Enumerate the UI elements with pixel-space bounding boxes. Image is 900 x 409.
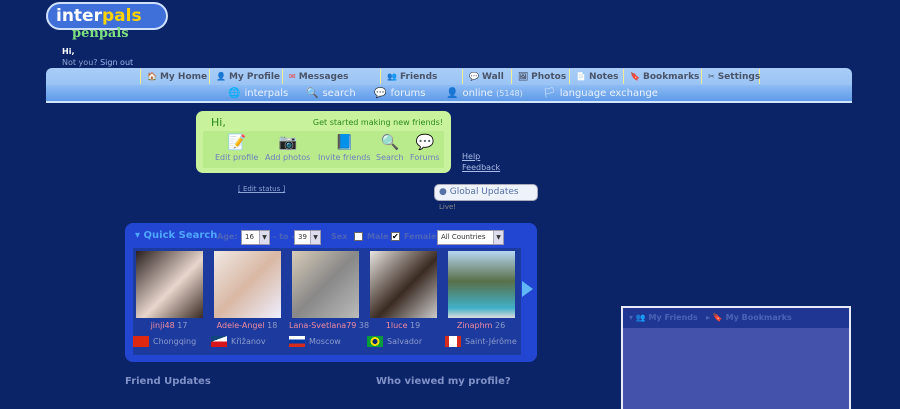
envelope-icon: ✉ [289, 72, 296, 81]
tab-bookmarks[interactable]: 🔖 Bookmarks [623, 69, 701, 84]
tab-photos[interactable]: 🖼 Photos [511, 69, 569, 84]
not-you-text: Not you? Sign out [62, 58, 134, 67]
address-book-icon: 📘 [335, 133, 354, 151]
photo-icon: 🖼 [518, 72, 529, 81]
magnifier-icon: 🔍 [380, 133, 400, 151]
profile-photo[interactable] [292, 251, 359, 318]
profile-age: 26 [494, 321, 506, 330]
globe-icon: 🌐 [228, 88, 241, 99]
flag-cz-icon [211, 336, 227, 347]
profile-photo[interactable] [370, 251, 437, 318]
invite-friends-action[interactable]: 📘 Invite friends [318, 133, 371, 162]
forum-bubble-icon: 💬 [415, 133, 435, 151]
profile-username[interactable]: Zinaphm [457, 321, 493, 330]
link-online[interactable]: 👤 online (5148) [446, 86, 523, 101]
sign-out-link[interactable]: Sign out [100, 58, 133, 67]
profile-age: 17 [177, 321, 188, 330]
link-language-exchange[interactable]: 🏳 language exchange [543, 86, 658, 101]
tab-notes[interactable]: 📄 Notes [569, 69, 623, 84]
chevron-down-icon: ▼ [493, 231, 503, 244]
tools-icon: ✂ [708, 72, 715, 81]
forum-bubble-icon: 💬 [374, 88, 387, 99]
tab-wall[interactable]: 💬 Wall [462, 69, 511, 84]
profile-username[interactable]: Lana-Svetlana79 [289, 321, 356, 330]
country-select[interactable]: All Countries ▼ [437, 230, 504, 245]
tab-messages[interactable]: ✉ Messages [282, 69, 380, 84]
link-search[interactable]: 🔍 search [306, 86, 356, 101]
who-viewed-heading: Who viewed my profile? [376, 376, 511, 387]
globe-icon: ● [439, 187, 447, 197]
edit-status-link[interactable]: [ Edit status ] [238, 185, 285, 193]
quick-search-panel: ▾ Quick Search Age: 16 ▼ - to - 39 ▼ Sex M… [125, 223, 537, 362]
tab-friends[interactable]: 👥 Friends [380, 69, 462, 84]
flag-ru-icon [289, 336, 305, 347]
profile-card[interactable]: jinji48 17 Chongqing [133, 251, 205, 347]
profile-age: 19 [410, 321, 421, 330]
my-bookmarks-tab[interactable]: ▸ 🔖 My Bookmarks [706, 313, 792, 322]
male-checkbox[interactable] [354, 232, 363, 241]
chevron-down-icon: ▼ [259, 231, 269, 244]
age-from-select[interactable]: 16 ▼ [241, 230, 270, 245]
profile-city: Křižanov [231, 337, 266, 346]
home-icon: 🏠 [147, 72, 157, 81]
profile-card[interactable]: Lana-Svetlana79 38 Moscow [289, 251, 369, 347]
search-icon: 🔍 [306, 88, 319, 99]
link-forums[interactable]: 💬 forums [374, 86, 426, 101]
profile-photo[interactable] [448, 251, 515, 318]
profile-username[interactable]: 1luce [386, 321, 408, 330]
my-friends-tab[interactable]: ▾ 👥 My Friends [629, 313, 698, 322]
flag-br-icon [367, 336, 383, 347]
profile-icon: 👤 [216, 72, 226, 81]
interpals-logo[interactable]: interpals penpals [46, 2, 168, 44]
add-photos-action[interactable]: 📷 Add photos [265, 133, 310, 162]
profile-city: Chongqing [153, 337, 197, 346]
help-link[interactable]: Help [462, 151, 500, 162]
tab-settings[interactable]: ✂ Settings [701, 69, 760, 84]
online-user-icon: 👤 [446, 88, 459, 99]
user-greeting: Hi, [62, 47, 75, 56]
welcome-box: Hi, Get started making new friends! 📝 Edi… [196, 111, 451, 173]
profile-city: Saint-Jérôme [465, 337, 517, 346]
main-nav: 🏠 My Home 👤 My Profile ✉ Messages 👥 Friends … [46, 68, 852, 103]
profile-photo[interactable] [214, 251, 281, 318]
link-interpals[interactable]: 🌐 interpals [228, 86, 288, 101]
profile-city: Salvador [387, 337, 423, 346]
edit-pencil-icon: 📝 [227, 133, 247, 151]
note-icon: 📄 [576, 72, 586, 81]
friends-panel: ▾ 👥 My Friends ▸ 🔖 My Bookmarks [621, 306, 851, 409]
flags-icon: 🏳 [543, 88, 556, 99]
bookmark-icon: 🔖 [630, 72, 640, 81]
friend-updates-heading: Friend Updates [125, 376, 211, 387]
age-to-select[interactable]: 39 ▼ [294, 230, 321, 245]
profile-card[interactable]: Zinaphm 26 Saint-Jérôme [445, 251, 517, 347]
flag-ca-icon [445, 336, 461, 347]
profile-card[interactable]: Adele-Angel 18 Křižanov [211, 251, 283, 347]
camera-icon: 📷 [278, 133, 298, 151]
speech-icon: 💬 [469, 72, 479, 81]
forums-action[interactable]: 💬 Forums [410, 133, 440, 162]
friends-icon: 👥 [387, 72, 397, 81]
female-checkbox[interactable]: ✔ [391, 232, 400, 241]
edit-profile-action[interactable]: 📝 Edit profile [215, 133, 258, 162]
tab-my-profile[interactable]: 👤 My Profile [209, 69, 282, 84]
profile-username[interactable]: jinji48 [151, 321, 175, 330]
next-arrow-icon[interactable] [522, 281, 533, 297]
feedback-link[interactable]: Feedback [462, 162, 500, 173]
tab-my-home[interactable]: 🏠 My Home [140, 69, 209, 84]
profile-age: 18 [267, 321, 278, 330]
flag-cn-icon [133, 336, 149, 347]
profile-username[interactable]: Adele-Angel [217, 321, 265, 330]
quick-search-toggle[interactable]: ▾ Quick Search [135, 230, 217, 241]
profile-card[interactable]: 1luce 19 Salvador [367, 251, 439, 347]
global-updates-button[interactable]: ● Global Updates Live! [434, 184, 538, 211]
search-action[interactable]: 🔍 Search [376, 133, 403, 162]
profile-city: Moscow [309, 337, 341, 346]
chevron-down-icon: ▼ [310, 231, 320, 244]
profile-photo[interactable] [136, 251, 203, 318]
